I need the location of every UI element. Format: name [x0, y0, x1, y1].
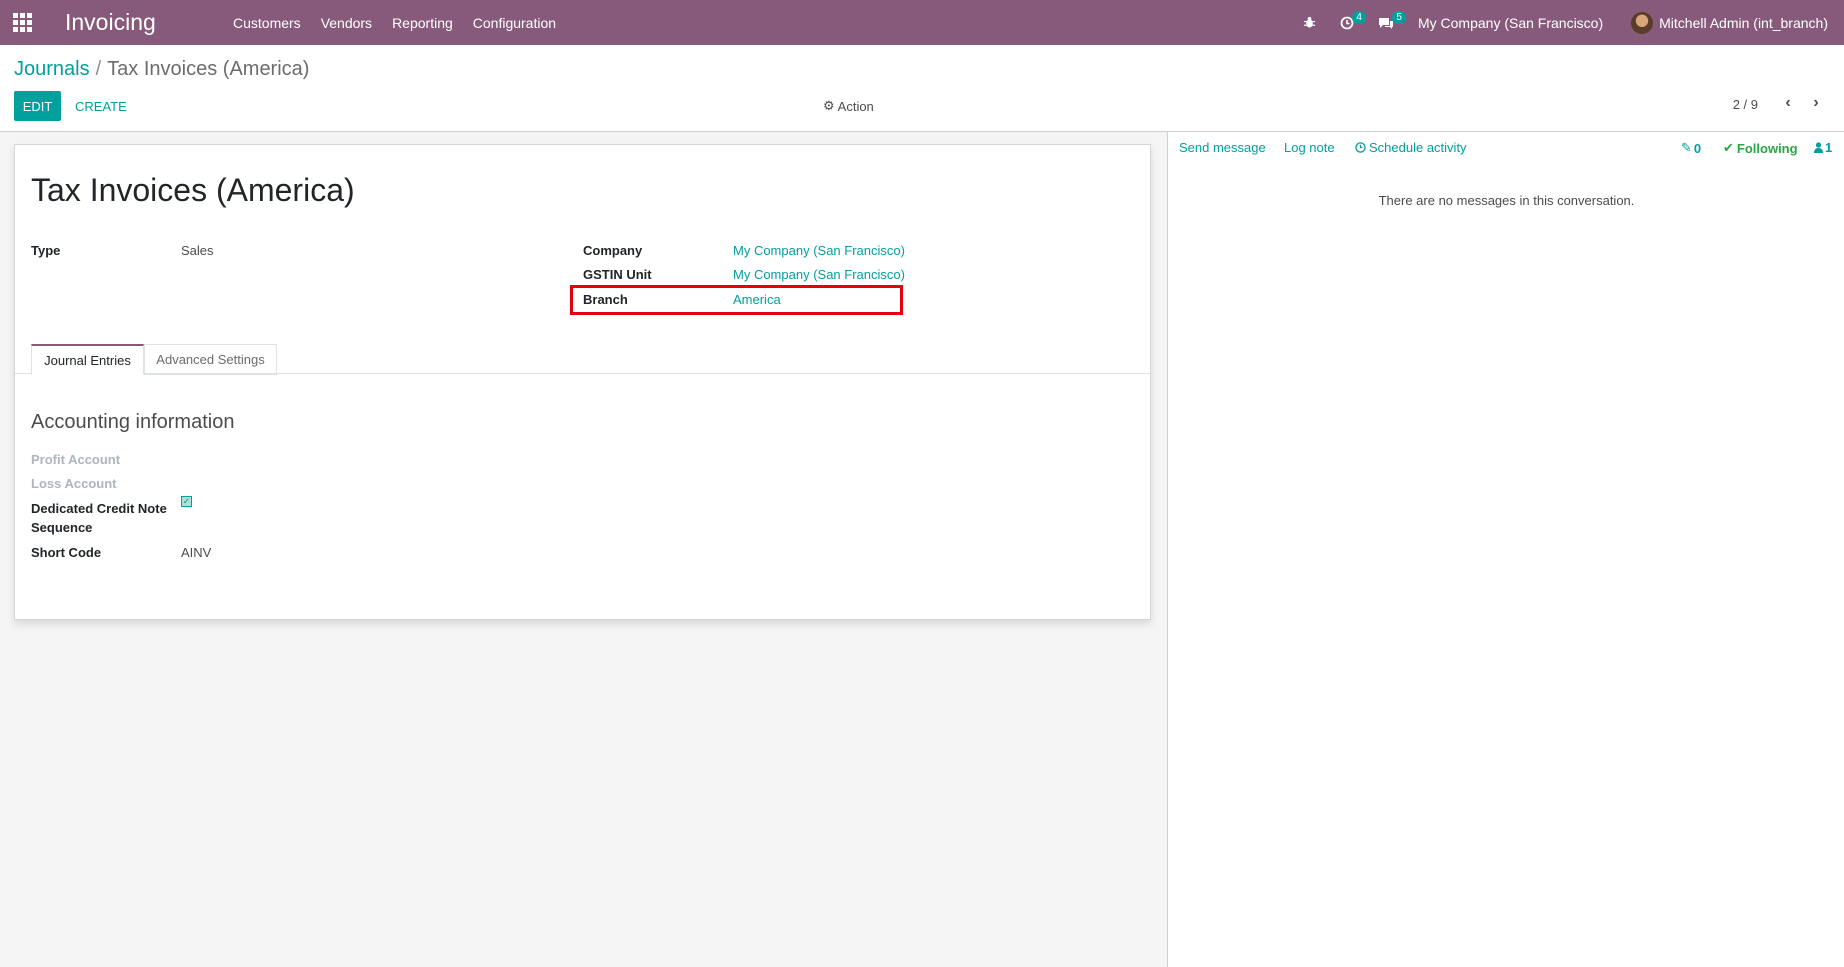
pager-nav: ‹ › — [1774, 94, 1830, 112]
breadcrumb-journals[interactable]: Journals — [14, 58, 90, 80]
debug-icon[interactable] — [1291, 0, 1328, 45]
user-name: Mitchell Admin (int_branch) — [1659, 14, 1828, 31]
systray: 4 5 My Company (San Francisco) Mitchell … — [1291, 0, 1844, 45]
short-code-value: AINV — [181, 545, 212, 560]
gear-icon: ⚙ — [823, 98, 835, 113]
chatter: Send message Log note Schedule activity … — [1167, 132, 1844, 967]
company-label: Company — [583, 243, 643, 258]
log-note-button[interactable]: Log note — [1284, 140, 1335, 155]
create-button[interactable]: CREATE — [75, 91, 127, 121]
top-navbar: Invoicing Customers Vendors Reporting Co… — [0, 0, 1844, 45]
profit-account-label: Profit Account — [31, 452, 121, 467]
form-view: Tax Invoices (America) Type Sales Compan… — [0, 132, 1167, 967]
menu-reporting[interactable]: Reporting — [382, 15, 463, 31]
send-message-button[interactable]: Send message — [1179, 140, 1266, 155]
clock-icon — [1355, 142, 1366, 153]
credit-note-checkbox[interactable]: ✓ — [181, 496, 192, 507]
action-label: Action — [837, 98, 874, 114]
attachments-count: 0 — [1693, 140, 1702, 156]
company-switcher[interactable]: My Company (San Francisco) — [1406, 15, 1631, 31]
messaging-icon[interactable]: 5 — [1366, 0, 1406, 45]
followers-count: 1 — [1825, 140, 1833, 155]
notebook-tabs: Journal Entries Advanced Settings — [15, 344, 1150, 375]
chevron-left-icon[interactable]: ‹ — [1774, 94, 1802, 112]
short-code-label: Short Code — [31, 545, 102, 560]
main-menu: Customers Vendors Reporting Configuratio… — [223, 15, 566, 31]
check-icon: ✔ — [1723, 140, 1734, 155]
loss-account-label: Loss Account — [31, 476, 117, 491]
tab-journal-entries[interactable]: Journal Entries — [31, 344, 144, 375]
menu-customers[interactable]: Customers — [223, 15, 311, 31]
breadcrumb-current: Tax Invoices (America) — [107, 58, 310, 80]
form-sheet: Tax Invoices (America) Type Sales Compan… — [14, 144, 1151, 620]
credit-note-label-line1: Dedicated Credit Note — [31, 501, 167, 516]
credit-note-label-line2: Sequence — [31, 520, 93, 535]
schedule-activity-label: Schedule activity — [1369, 140, 1467, 155]
control-panel: Journals / Tax Invoices (America) EDIT CRE… — [0, 45, 1844, 132]
user-menu[interactable]: Mitchell Admin (int_branch) — [1631, 11, 1844, 34]
avatar — [1631, 11, 1654, 34]
breadcrumb-separator: / — [95, 58, 102, 80]
user-icon — [1814, 142, 1823, 153]
action-menu-button[interactable]: ⚙ Action — [823, 98, 874, 114]
menu-vendors[interactable]: Vendors — [311, 15, 382, 31]
message-count-badge: 5 — [1392, 11, 1406, 24]
pager-value[interactable]: 2 / 9 — [1733, 97, 1758, 112]
app-name[interactable]: Invoicing — [65, 9, 223, 36]
type-label: Type — [31, 243, 61, 258]
company-value-link[interactable]: My Company (San Francisco) — [733, 243, 905, 258]
gstin-value-link[interactable]: My Company (San Francisco) — [733, 267, 905, 282]
gstin-label: GSTIN Unit — [583, 267, 652, 282]
empty-conversation-text: There are no messages in this conversati… — [1378, 193, 1635, 208]
attachments-button[interactable]: ✎ 0 — [1681, 140, 1701, 156]
following-button[interactable]: ✔ Following — [1723, 140, 1798, 156]
tab-advanced-settings[interactable]: Advanced Settings — [144, 344, 277, 375]
edit-button[interactable]: EDIT — [14, 91, 61, 121]
menu-configuration[interactable]: Configuration — [463, 15, 566, 31]
apps-menu-icon[interactable] — [0, 0, 44, 45]
type-value: Sales — [181, 243, 214, 258]
activity-icon[interactable]: 4 — [1328, 0, 1366, 45]
record-title: Tax Invoices (America) — [31, 172, 355, 208]
section-title: Accounting information — [31, 411, 235, 433]
branch-highlight-box — [570, 285, 903, 315]
paperclip-icon: ✎ — [1681, 140, 1692, 155]
schedule-activity-button[interactable]: Schedule activity — [1355, 140, 1467, 155]
breadcrumb: Journals / Tax Invoices (America) — [14, 58, 309, 81]
chevron-right-icon[interactable]: › — [1802, 94, 1830, 112]
following-label: Following — [1736, 140, 1798, 156]
followers-button[interactable]: 1 — [1814, 140, 1832, 155]
activity-count-badge: 4 — [1352, 11, 1366, 24]
